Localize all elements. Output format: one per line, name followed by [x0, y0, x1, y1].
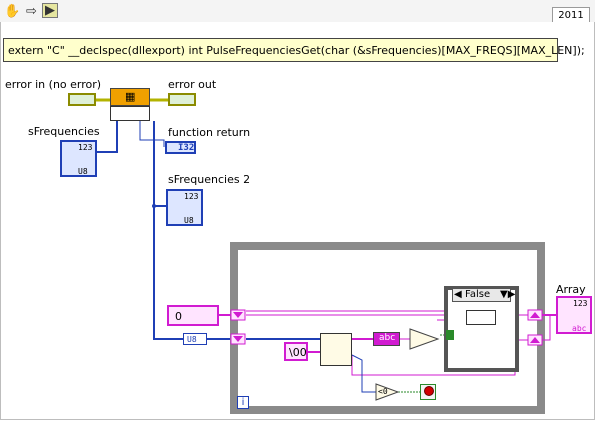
- stop-condition-terminal[interactable]: [420, 384, 436, 400]
- case-prev-icon[interactable]: ◀: [454, 289, 462, 300]
- u8-to-string-node[interactable]: U8: [183, 333, 207, 345]
- null-char-text: \00: [289, 346, 307, 359]
- call-library-node[interactable]: ▦: [110, 88, 150, 106]
- u8-tag: U8: [184, 216, 194, 225]
- search-split-string-node[interactable]: [320, 333, 352, 366]
- sfrequencies-label: sFrequencies: [28, 125, 100, 138]
- sfreq2-wire: [153, 121, 166, 207]
- function-return-indicator[interactable]: I32: [165, 141, 196, 154]
- stop-icon: [424, 386, 434, 396]
- case-value: False: [465, 289, 491, 300]
- i32-tag: I32: [178, 143, 195, 153]
- case-selector[interactable]: ◀ False ▼▶: [452, 288, 515, 302]
- dll-icon: ▦: [125, 90, 136, 103]
- constant-zero-text: 0: [175, 310, 182, 323]
- array-indicator[interactable]: 123 abc: [556, 296, 592, 334]
- null-char-constant[interactable]: \00: [284, 342, 308, 361]
- error-out-indicator[interactable]: [168, 93, 196, 106]
- array-label: Array: [556, 283, 586, 296]
- sfrequencies-control[interactable]: 123 U8: [60, 140, 97, 177]
- error-in-label: error in (no error): [5, 78, 102, 91]
- abc-text: abc: [379, 333, 396, 343]
- build-array-node[interactable]: [466, 310, 496, 325]
- compare-zero-text: <0: [378, 387, 388, 396]
- numeric-tag: 123: [184, 192, 199, 201]
- error-out-label: error out: [168, 78, 217, 91]
- call-library-terminals: [110, 106, 150, 121]
- abc-tag: abc: [572, 324, 587, 333]
- numeric-tag: 123: [573, 299, 588, 308]
- u8-tag: U8: [78, 167, 88, 176]
- return-wire: [139, 121, 165, 147]
- sfrequencies2-indicator[interactable]: 123 U8: [166, 189, 203, 226]
- empty-string-constant[interactable]: 0: [167, 305, 219, 326]
- string-constant-node[interactable]: abc: [373, 332, 400, 346]
- loop-iteration-terminal: i: [237, 396, 249, 409]
- sfreq-in-wire: [97, 121, 118, 153]
- function-return-label: function return: [168, 126, 251, 139]
- error-in-control[interactable]: [68, 93, 96, 106]
- numeric-tag: 123: [78, 143, 93, 152]
- sfrequencies2-label: sFrequencies 2: [168, 173, 251, 186]
- case-selector-terminal: [446, 330, 454, 340]
- cast-u8-text: U8: [187, 335, 197, 344]
- case-next-icon[interactable]: ▼▶: [500, 289, 515, 300]
- equal-node: [409, 328, 440, 350]
